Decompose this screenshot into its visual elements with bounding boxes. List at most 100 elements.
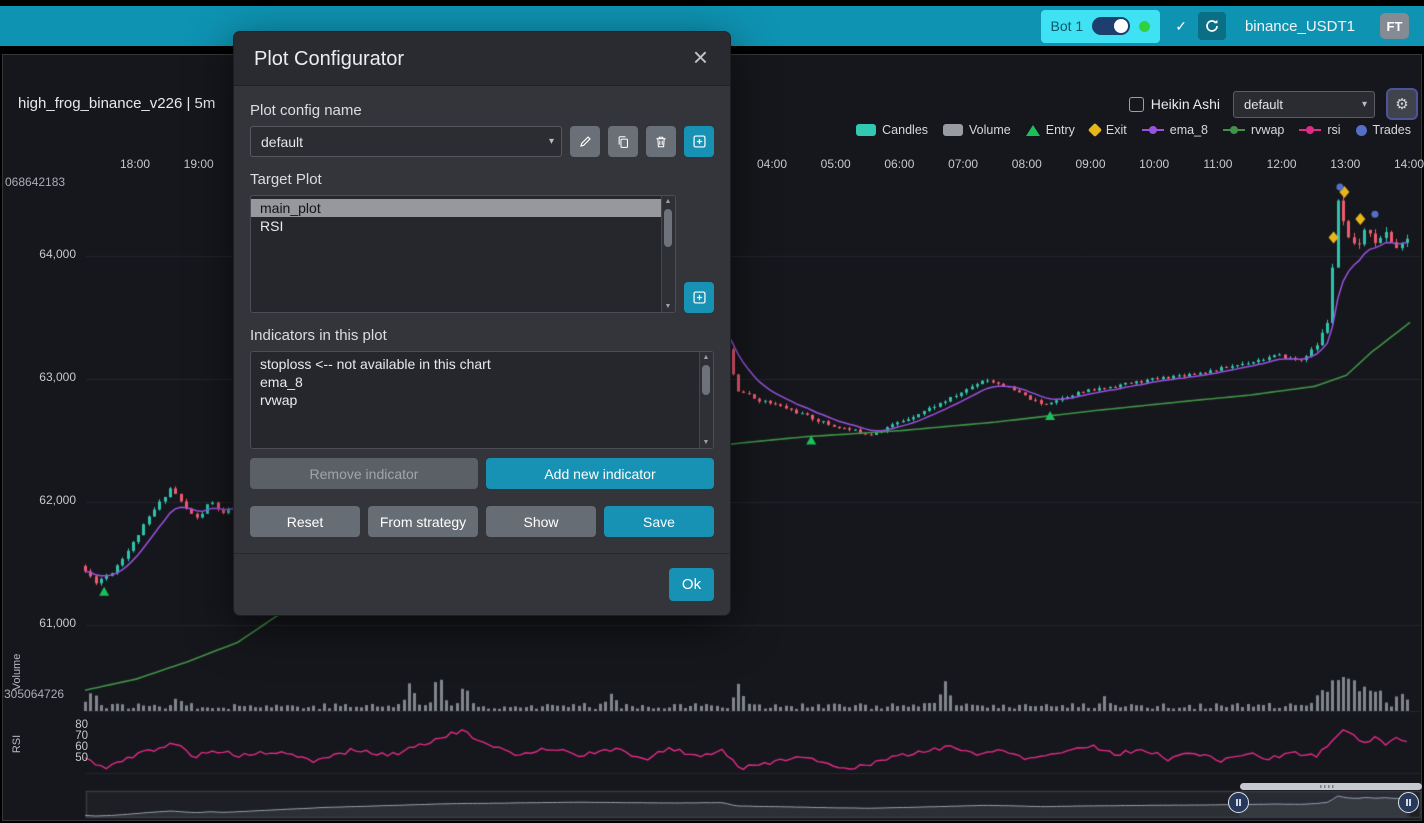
close-button[interactable]: × (687, 43, 714, 71)
indicator-actions-row: Remove indicator Add new indicator (250, 458, 714, 489)
heikin-ashi-label: Heikin Ashi (1151, 96, 1220, 112)
indicators-list[interactable]: stoploss <-- not available in this chart… (250, 351, 714, 449)
chevron-down-icon: ▾ (1362, 99, 1367, 110)
ema_8-legend-swatch-icon (1142, 129, 1164, 131)
rsi-legend-swatch-icon (1299, 129, 1321, 131)
handle-grip-icon (1406, 799, 1411, 806)
pencil-icon (578, 135, 592, 149)
scroll-thumb[interactable] (664, 209, 672, 247)
trades-legend-swatch-icon (1356, 125, 1367, 136)
show-button[interactable]: Show (486, 506, 596, 537)
legend-item-Volume[interactable]: Volume (943, 123, 1011, 137)
indicator-item[interactable]: ema_8 (251, 373, 713, 391)
app-root: Bot 1 ✓ binance_USDT1 FT high_frog_binan… (0, 0, 1424, 823)
scroll-down-icon[interactable]: ▼ (700, 439, 712, 446)
scroll-thumb[interactable] (702, 365, 710, 395)
scrollbar-grip-icon (1320, 785, 1334, 788)
legend-item-rvwap[interactable]: rvwap (1223, 123, 1284, 137)
indicators-label: Indicators in this plot (250, 327, 714, 344)
config-name-label: Plot config name (250, 102, 714, 119)
candles-legend-swatch-icon (856, 124, 876, 136)
legend-label: rsi (1327, 123, 1340, 137)
chart-legend: Candles Volume Entry Exit ema_8 rvwap rsi Trade… (856, 123, 1411, 137)
chevron-down-icon: ▾ (549, 136, 554, 147)
user-avatar-button[interactable]: FT (1380, 13, 1409, 39)
gear-icon: ⚙ (1395, 95, 1408, 113)
config-actions-row: Reset From strategy Show Save (250, 506, 714, 537)
refresh-button[interactable] (1198, 12, 1226, 40)
save-button[interactable]: Save (604, 506, 714, 537)
from-strategy-button[interactable]: From strategy (368, 506, 478, 537)
indicator-item[interactable]: stoploss <-- not available in this chart (251, 355, 713, 373)
heikin-ashi-checkbox[interactable]: Heikin Ashi (1129, 96, 1220, 112)
legend-item-Exit[interactable]: Exit (1090, 123, 1127, 137)
config-name-row: default ▾ (250, 126, 714, 157)
chart-scrollbar[interactable] (1240, 783, 1422, 790)
handle-grip-icon (1236, 799, 1241, 806)
exchange-account-label: binance_USDT1 (1245, 18, 1355, 35)
plot-configurator-dialog: Plot Configurator × Plot config name def… (233, 31, 731, 616)
bot-selector[interactable]: Bot 1 (1041, 10, 1161, 43)
target-plot-item[interactable]: main_plot (251, 199, 675, 217)
legend-item-ema_8[interactable]: ema_8 (1142, 123, 1208, 137)
legend-item-Candles[interactable]: Candles (856, 123, 928, 137)
refresh-icon (1204, 18, 1220, 34)
delete-config-button[interactable] (646, 126, 676, 157)
edit-config-button[interactable] (570, 126, 600, 157)
dialog-title: Plot Configurator (254, 48, 404, 70)
list-scrollbar[interactable]: ▲ ▼ (699, 352, 713, 448)
legend-item-Entry[interactable]: Entry (1026, 123, 1075, 137)
add-plot-button[interactable] (684, 282, 714, 313)
add-config-button[interactable] (684, 126, 714, 157)
volume-legend-swatch-icon (943, 124, 963, 136)
reset-button[interactable]: Reset (250, 506, 360, 537)
plus-square-icon (692, 134, 707, 149)
indicator-item[interactable]: rvwap (251, 391, 713, 409)
legend-label: ema_8 (1170, 123, 1208, 137)
scroll-up-icon[interactable]: ▲ (700, 354, 712, 361)
trash-icon (654, 135, 668, 149)
remove-indicator-button[interactable]: Remove indicator (250, 458, 478, 489)
rvwap-legend-swatch-icon (1223, 129, 1245, 131)
legend-label: Volume (969, 123, 1011, 137)
config-name-select-value: default (261, 134, 303, 150)
chart-controls: Heikin Ashi default ▾ ⚙ (1129, 90, 1416, 118)
add-new-indicator-button[interactable]: Add new indicator (486, 458, 714, 489)
legend-label: Entry (1046, 123, 1075, 137)
plot-config-select-value: default (1244, 97, 1283, 112)
ok-button[interactable]: Ok (669, 568, 714, 601)
legend-label: rvwap (1251, 123, 1284, 137)
toggle-knob (1114, 19, 1128, 33)
datazoom-right-handle[interactable] (1398, 792, 1419, 813)
duplicate-config-button[interactable] (608, 126, 638, 157)
scroll-up-icon[interactable]: ▲ (662, 198, 674, 205)
dialog-body: Plot config name default ▾ (234, 86, 730, 537)
legend-label: Exit (1106, 123, 1127, 137)
config-name-select[interactable]: default ▾ (250, 126, 562, 157)
plot-config-select[interactable]: default ▾ (1233, 91, 1375, 118)
target-plot-item[interactable]: RSI (251, 217, 675, 235)
legend-label: Candles (882, 123, 928, 137)
datazoom-left-handle[interactable] (1228, 792, 1249, 813)
bot-name-label: Bot 1 (1051, 18, 1084, 34)
target-plot-list[interactable]: main_plotRSI ▲ ▼ (250, 195, 676, 313)
chart-title: high_frog_binance_v226 | 5m (18, 95, 215, 112)
check-icon: ✓ (1175, 18, 1187, 35)
legend-label: Trades (1373, 123, 1411, 137)
entry-legend-swatch-icon (1026, 125, 1040, 136)
bot-online-indicator (1139, 21, 1150, 32)
list-scrollbar[interactable]: ▲ ▼ (661, 196, 675, 312)
target-plot-label: Target Plot (250, 171, 714, 188)
dialog-header: Plot Configurator × (234, 32, 730, 86)
dialog-footer: Ok (234, 553, 730, 615)
legend-item-rsi[interactable]: rsi (1299, 123, 1340, 137)
target-plot-row: main_plotRSI ▲ ▼ (250, 195, 714, 313)
bot-toggle[interactable] (1092, 17, 1130, 35)
legend-item-Trades[interactable]: Trades (1356, 123, 1411, 137)
plus-square-icon (692, 290, 707, 305)
checkbox-box[interactable] (1129, 97, 1144, 112)
scroll-down-icon[interactable]: ▼ (662, 303, 674, 310)
copy-icon (616, 135, 630, 149)
exit-legend-swatch-icon (1088, 123, 1102, 137)
plot-settings-button[interactable]: ⚙ (1388, 90, 1416, 118)
